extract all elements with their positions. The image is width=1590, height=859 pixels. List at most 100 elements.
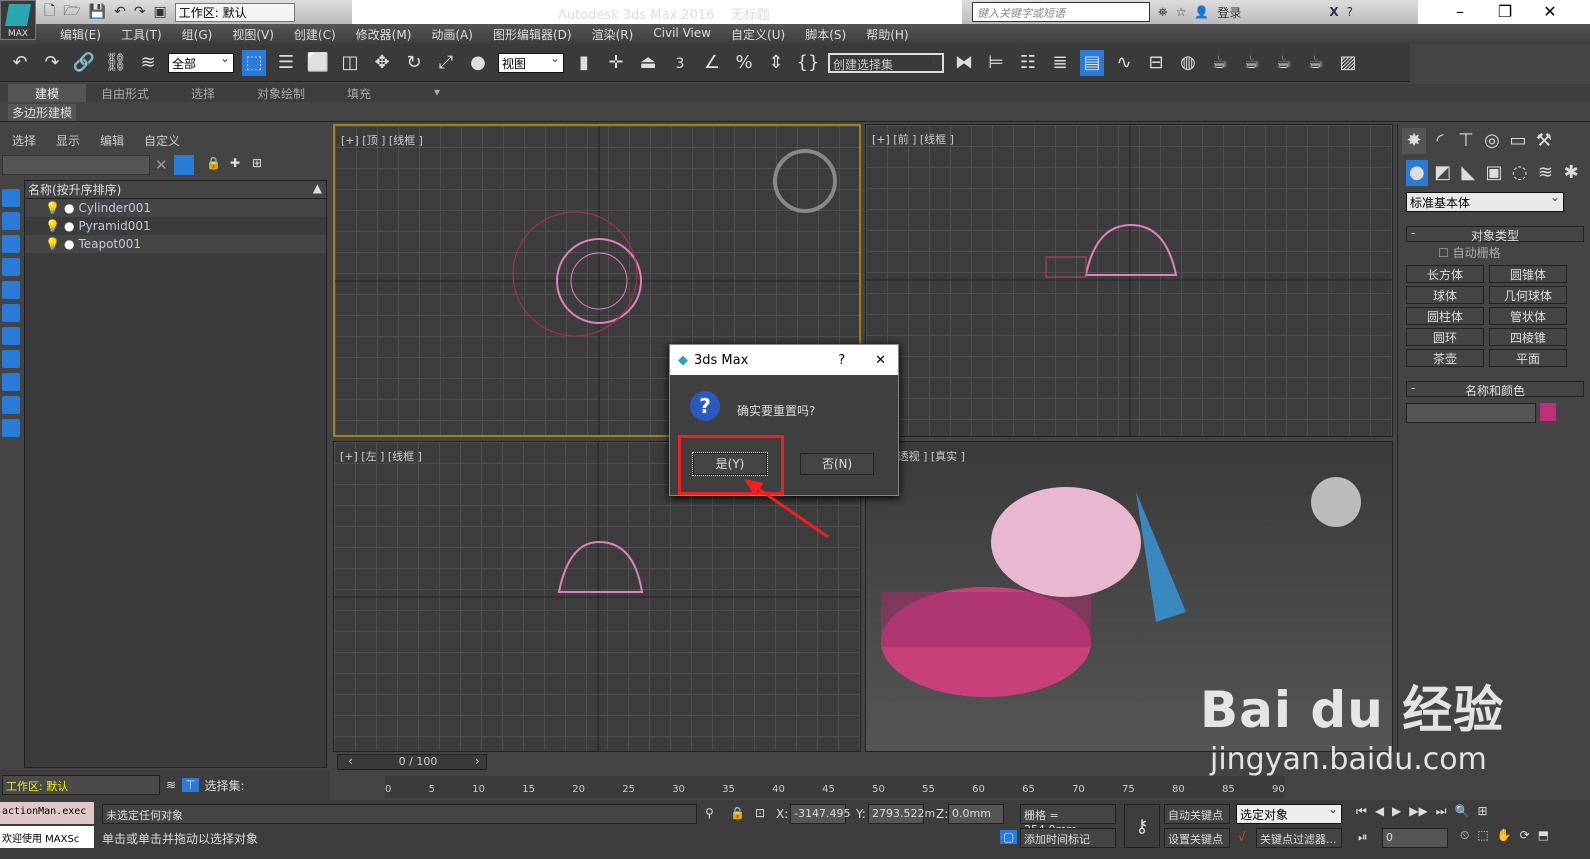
- edit-named-selection-icon[interactable]: {}: [796, 50, 820, 76]
- previous-key-icon[interactable]: ◀: [1375, 804, 1384, 819]
- minimize-button[interactable]: –: [1440, 2, 1480, 21]
- mirror-icon[interactable]: ⧓: [952, 50, 976, 76]
- category-dropdown[interactable]: 标准基本体: [1406, 190, 1564, 212]
- motion-tab-icon[interactable]: ◎: [1480, 128, 1504, 154]
- snaps-toggle-icon[interactable]: 3: [668, 50, 692, 76]
- rotate-icon[interactable]: ↻: [402, 50, 426, 76]
- containers-filter-icon[interactable]: [2, 396, 20, 414]
- add-time-tag-button[interactable]: 添加时间标记: [1020, 828, 1116, 848]
- torus-button[interactable]: 圆环: [1406, 328, 1484, 346]
- lock-icon[interactable]: 🔒: [206, 156, 221, 170]
- key-mode-toggle-icon[interactable]: ⏯: [1358, 830, 1368, 845]
- next-key-icon[interactable]: ▶▶: [1409, 804, 1427, 819]
- absolute-mode-icon[interactable]: ⊡: [755, 806, 765, 820]
- menu-display[interactable]: 显示: [56, 132, 80, 149]
- move-icon[interactable]: ✥: [370, 50, 394, 76]
- render-iterative-icon[interactable]: ☕: [1304, 50, 1328, 76]
- frame-counter[interactable]: 0 / 100: [368, 755, 468, 768]
- display-tab-icon[interactable]: ▭: [1506, 128, 1530, 154]
- utilities-tab-icon[interactable]: ⚒: [1532, 128, 1556, 154]
- open-file-icon[interactable]: 🗁: [63, 0, 80, 24]
- menu-civil-view[interactable]: Civil View: [643, 24, 721, 44]
- curve-editor-icon[interactable]: ∿: [1112, 50, 1136, 76]
- angle-snap-icon[interactable]: ∠: [700, 50, 724, 76]
- ribbon-options-icon[interactable]: ▾: [398, 84, 476, 102]
- menu-scripting[interactable]: 脚本(S): [795, 24, 856, 44]
- selection-filter-dropdown[interactable]: 全部: [168, 51, 234, 73]
- shapes-filter-icon[interactable]: [2, 212, 20, 230]
- modify-tab-icon[interactable]: ◜: [1428, 128, 1452, 154]
- name-color-rollout[interactable]: - 名称和颜色: [1406, 381, 1584, 398]
- menu-rendering[interactable]: 渲染(R): [582, 24, 644, 44]
- menu-tools[interactable]: 工具(T): [111, 24, 172, 44]
- pan-icon[interactable]: ✋: [1497, 828, 1512, 843]
- keyboard-shortcut-icon[interactable]: ⏏: [636, 50, 660, 76]
- object-name-input[interactable]: [1406, 403, 1536, 423]
- app-logo-button[interactable]: MAX: [0, 0, 36, 40]
- select-object-icon[interactable]: ⬚: [242, 49, 266, 76]
- percent-snap-icon[interactable]: %: [732, 50, 756, 76]
- field-of-view-icon[interactable]: ⬚: [1477, 828, 1488, 843]
- freeze-icon[interactable]: ●: [64, 219, 74, 233]
- workspace-dropdown[interactable]: 工作区: 默认: [174, 2, 295, 22]
- rendered-frame-icon[interactable]: ☕: [1240, 50, 1264, 76]
- menu-customize[interactable]: 自定义: [144, 132, 180, 149]
- polygon-modeling-panel[interactable]: 多边形建模: [8, 104, 77, 121]
- material-editor-icon[interactable]: ◍: [1176, 50, 1200, 76]
- maxscript-output[interactable]: 欢迎使用 MAXSc: [0, 826, 94, 848]
- list-item[interactable]: 💡 ● Cylinder001: [25, 199, 326, 217]
- undo-icon[interactable]: ↶: [8, 50, 32, 76]
- menu-group[interactable]: 组(G): [172, 24, 223, 44]
- time-tag-icon[interactable]: ▢: [1000, 830, 1018, 844]
- hierarchy-icon[interactable]: ⊞: [252, 156, 262, 170]
- spinner-snap-icon[interactable]: ⇕: [764, 50, 788, 76]
- star-icon[interactable]: ☆: [1176, 5, 1187, 19]
- spacewarps-filter-icon[interactable]: [2, 304, 20, 322]
- freeze-icon[interactable]: ●: [64, 237, 74, 251]
- light-bulb-icon[interactable]: 💡: [45, 201, 60, 215]
- viewport-front[interactable]: [+] [前 ] [线框 ]: [865, 124, 1393, 437]
- set-key-mode-icon[interactable]: ⚷: [1124, 804, 1160, 848]
- tab-freeform[interactable]: 自由形式: [86, 84, 164, 102]
- auto-key-button[interactable]: 自动关键点: [1164, 804, 1230, 824]
- close-button[interactable]: ✕: [1530, 2, 1570, 21]
- go-to-start-icon[interactable]: ⏮: [1356, 804, 1367, 819]
- zoom-all-icon[interactable]: ⊞: [1478, 804, 1488, 819]
- render-setup-icon[interactable]: ☕: [1208, 50, 1232, 76]
- new-file-icon[interactable]: 🗋: [44, 0, 55, 24]
- helpers-icon[interactable]: ◌: [1509, 160, 1531, 186]
- list-item[interactable]: 💡 ● Pyramid001: [25, 217, 326, 235]
- help-icon[interactable]: ?: [1347, 5, 1353, 19]
- menu-views[interactable]: 视图(V): [222, 24, 284, 44]
- object-type-rollout[interactable]: - 对象类型: [1406, 226, 1584, 243]
- object-color-swatch[interactable]: [1540, 403, 1556, 421]
- a360-icon[interactable]: ▨: [1336, 50, 1360, 76]
- y-coordinate-field[interactable]: 2793.522m: [868, 804, 935, 824]
- plane-button[interactable]: 平面: [1489, 349, 1567, 367]
- link-icon[interactable]: 🔗: [72, 50, 96, 76]
- bones-filter-icon[interactable]: [2, 373, 20, 391]
- no-button[interactable]: 否(N): [800, 453, 874, 475]
- clear-icon[interactable]: ✕: [155, 156, 168, 174]
- undo-icon[interactable]: ↶: [114, 4, 126, 20]
- time-slider-track[interactable]: ‹ 0 / 100: [337, 754, 487, 770]
- autogrid-checkbox[interactable]: ☐ 自动栅格: [1438, 244, 1590, 261]
- login-button[interactable]: 登录: [1217, 4, 1241, 21]
- restore-button[interactable]: ❐: [1485, 2, 1525, 21]
- menu-graph-editors[interactable]: 图形编辑器(D): [483, 24, 582, 44]
- scene-explorer-icon[interactable]: ☷: [1016, 50, 1040, 76]
- light-bulb-icon[interactable]: 💡: [45, 219, 60, 233]
- hierarchy-tab-icon[interactable]: ⊤: [1454, 128, 1478, 154]
- frozen-filter-icon[interactable]: [2, 419, 20, 437]
- x-coordinate-field[interactable]: -3147.495: [790, 804, 850, 824]
- filter-icon[interactable]: [174, 155, 194, 175]
- key-mode-dropdown[interactable]: 选定对象: [1236, 802, 1342, 824]
- box-button[interactable]: 长方体: [1406, 265, 1484, 283]
- toggle-ribbon-icon[interactable]: ▤: [1080, 49, 1104, 76]
- save-icon[interactable]: 💾: [89, 4, 106, 20]
- find-input[interactable]: [2, 155, 150, 175]
- freeze-icon[interactable]: ●: [64, 201, 74, 215]
- rect-selection-icon[interactable]: ⬜: [306, 50, 330, 76]
- select-by-name-icon[interactable]: ☰: [274, 50, 298, 76]
- place-icon[interactable]: ●: [466, 50, 490, 76]
